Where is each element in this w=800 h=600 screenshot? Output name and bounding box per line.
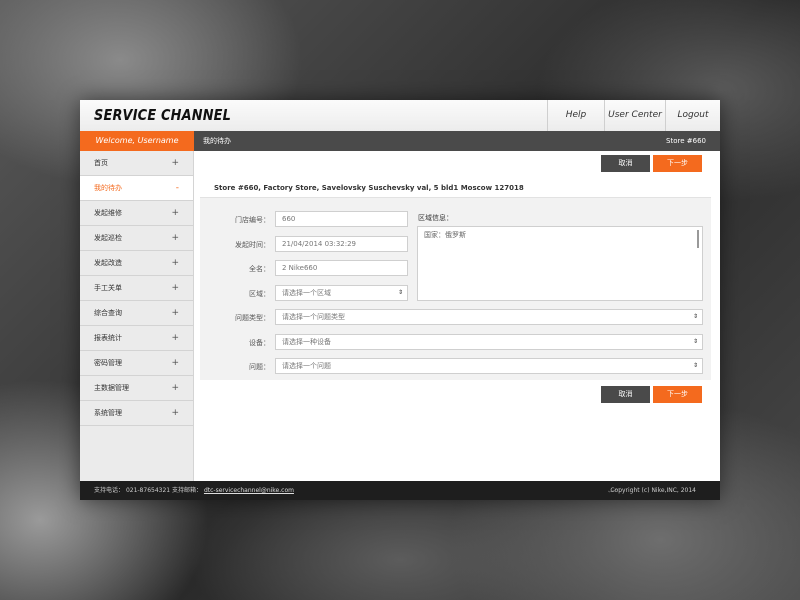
collapse-icon: - bbox=[176, 176, 179, 201]
expand-icon: + bbox=[171, 326, 179, 351]
expand-icon: + bbox=[171, 251, 179, 276]
sidebar-item-label: 主数据管理 bbox=[94, 384, 129, 392]
issue-type-select-value: 请选择一个问题类型 bbox=[282, 313, 345, 321]
user-center-link[interactable]: User Center bbox=[604, 100, 665, 131]
expand-icon: + bbox=[171, 401, 179, 426]
next-button-bottom[interactable]: 下一步 bbox=[653, 386, 702, 403]
breadcrumb: 我的待办 bbox=[203, 131, 231, 151]
expand-icon: + bbox=[171, 376, 179, 401]
support-email-link[interactable]: dtc-servicechannel@nike.com bbox=[204, 487, 294, 494]
logo: SERVICE CHANNEL bbox=[94, 106, 231, 124]
sidebar: 首页+ 我的待办- 发起维修+ 发起巡检+ 发起改造+ 手工关单+ 综合查询+ … bbox=[80, 151, 194, 481]
expand-icon: + bbox=[171, 226, 179, 251]
scrollbar-thumb[interactable] bbox=[697, 230, 699, 248]
full-name-field[interactable] bbox=[275, 260, 408, 276]
sidebar-item-query[interactable]: 综合查询 + bbox=[80, 301, 193, 326]
sidebar-item-password[interactable]: 密码管理 + bbox=[80, 351, 193, 376]
issue-type-select[interactable]: 请选择一个问题类型 ⇕ bbox=[275, 309, 703, 325]
sidebar-item-label: 报表统计 bbox=[94, 334, 122, 342]
sidebar-item-label: 发起改造 bbox=[94, 259, 122, 267]
expand-icon: + bbox=[171, 201, 179, 226]
up-down-arrows-icon: ⇕ bbox=[398, 286, 403, 300]
cancel-button-bottom[interactable]: 取消 bbox=[601, 386, 650, 403]
equipment-select-value: 请选择一种设备 bbox=[282, 338, 331, 346]
welcome-banner: Welcome, Username bbox=[80, 131, 194, 151]
sidebar-item-label: 系统管理 bbox=[94, 409, 122, 417]
cancel-button-top[interactable]: 取消 bbox=[601, 155, 650, 172]
sidebar-item-label: 发起维修 bbox=[94, 209, 122, 217]
store-form-panel: Store #660, Factory Store, Savelovsky Su… bbox=[200, 178, 711, 380]
area-select[interactable]: 请选择一个区域 ⇕ bbox=[275, 285, 408, 301]
start-time-label: 发起时间： bbox=[200, 240, 270, 250]
issue-label: 问题： bbox=[200, 362, 270, 372]
sub-bar: Welcome, Username 我的待办 Store #660 bbox=[80, 131, 720, 151]
footer: 支持电话： 021-87654321 支持邮箱： dtc-servicechan… bbox=[80, 481, 720, 500]
support-info: 支持电话： 021-87654321 支持邮箱： dtc-servicechan… bbox=[94, 481, 294, 500]
copyright: Copyright (c) Nike,INC, 2014 bbox=[610, 481, 696, 500]
sidebar-item-label: 密码管理 bbox=[94, 359, 122, 367]
area-select-value: 请选择一个区域 bbox=[282, 289, 331, 297]
area-label: 区域： bbox=[200, 289, 270, 299]
sidebar-item-renovation[interactable]: 发起改造 + bbox=[80, 251, 193, 276]
sidebar-item-label: 我的待办 bbox=[94, 184, 122, 192]
store-id: Store #660 bbox=[666, 131, 706, 151]
app-window: SERVICE CHANNEL Help User Center Logout … bbox=[80, 100, 720, 500]
next-button-top[interactable]: 下一步 bbox=[653, 155, 702, 172]
sidebar-item-my-todo[interactable]: 我的待办 - bbox=[80, 176, 193, 201]
sidebar-item-label: 发起巡检 bbox=[94, 234, 122, 242]
help-link[interactable]: Help bbox=[547, 100, 604, 131]
phone-label: 支持电话： bbox=[94, 487, 124, 494]
sidebar-item-label: 手工关单 bbox=[94, 284, 122, 292]
email-label: 支持邮箱： bbox=[172, 487, 202, 494]
phone-number: 021-87654321 bbox=[126, 487, 170, 494]
equipment-select[interactable]: 请选择一种设备 ⇕ bbox=[275, 334, 703, 350]
start-time-field[interactable] bbox=[275, 236, 408, 252]
region-info-text: 国家：俄罗斯 bbox=[424, 231, 466, 239]
up-down-arrows-icon: ⇕ bbox=[693, 310, 698, 324]
equipment-label: 设备： bbox=[200, 338, 270, 348]
issue-select-value: 请选择一个问题 bbox=[282, 362, 331, 370]
issue-select[interactable]: 请选择一个问题 ⇕ bbox=[275, 358, 703, 374]
expand-icon: + bbox=[171, 276, 179, 301]
store-address-title: Store #660, Factory Store, Savelovsky Su… bbox=[200, 178, 711, 198]
sidebar-item-manual-close[interactable]: 手工关单 + bbox=[80, 276, 193, 301]
region-info-box[interactable]: 国家：俄罗斯 bbox=[417, 226, 703, 301]
sidebar-item-home[interactable]: 首页 + bbox=[80, 151, 193, 176]
sidebar-item-label: 首页 bbox=[94, 159, 108, 167]
sidebar-item-system[interactable]: 系统管理 + bbox=[80, 401, 193, 426]
top-nav: Help User Center Logout bbox=[547, 100, 720, 131]
sidebar-item-master-data[interactable]: 主数据管理 + bbox=[80, 376, 193, 401]
full-name-label: 全名： bbox=[200, 264, 270, 274]
up-down-arrows-icon: ⇕ bbox=[693, 335, 698, 349]
issue-type-label: 问题类型： bbox=[200, 313, 270, 323]
store-code-field[interactable] bbox=[275, 211, 408, 227]
sidebar-item-reports[interactable]: 报表统计 + bbox=[80, 326, 193, 351]
region-info-label: 区域信息： bbox=[418, 213, 453, 223]
expand-icon: + bbox=[171, 151, 179, 176]
store-code-label: 门店编号： bbox=[200, 215, 270, 225]
up-down-arrows-icon: ⇕ bbox=[693, 359, 698, 373]
sidebar-item-inspection[interactable]: 发起巡检 + bbox=[80, 226, 193, 251]
expand-icon: + bbox=[171, 301, 179, 326]
sidebar-item-label: 综合查询 bbox=[94, 309, 122, 317]
header: SERVICE CHANNEL Help User Center Logout bbox=[80, 100, 720, 131]
logout-link[interactable]: Logout bbox=[665, 100, 720, 131]
expand-icon: + bbox=[171, 351, 179, 376]
sidebar-item-repair[interactable]: 发起维修 + bbox=[80, 201, 193, 226]
